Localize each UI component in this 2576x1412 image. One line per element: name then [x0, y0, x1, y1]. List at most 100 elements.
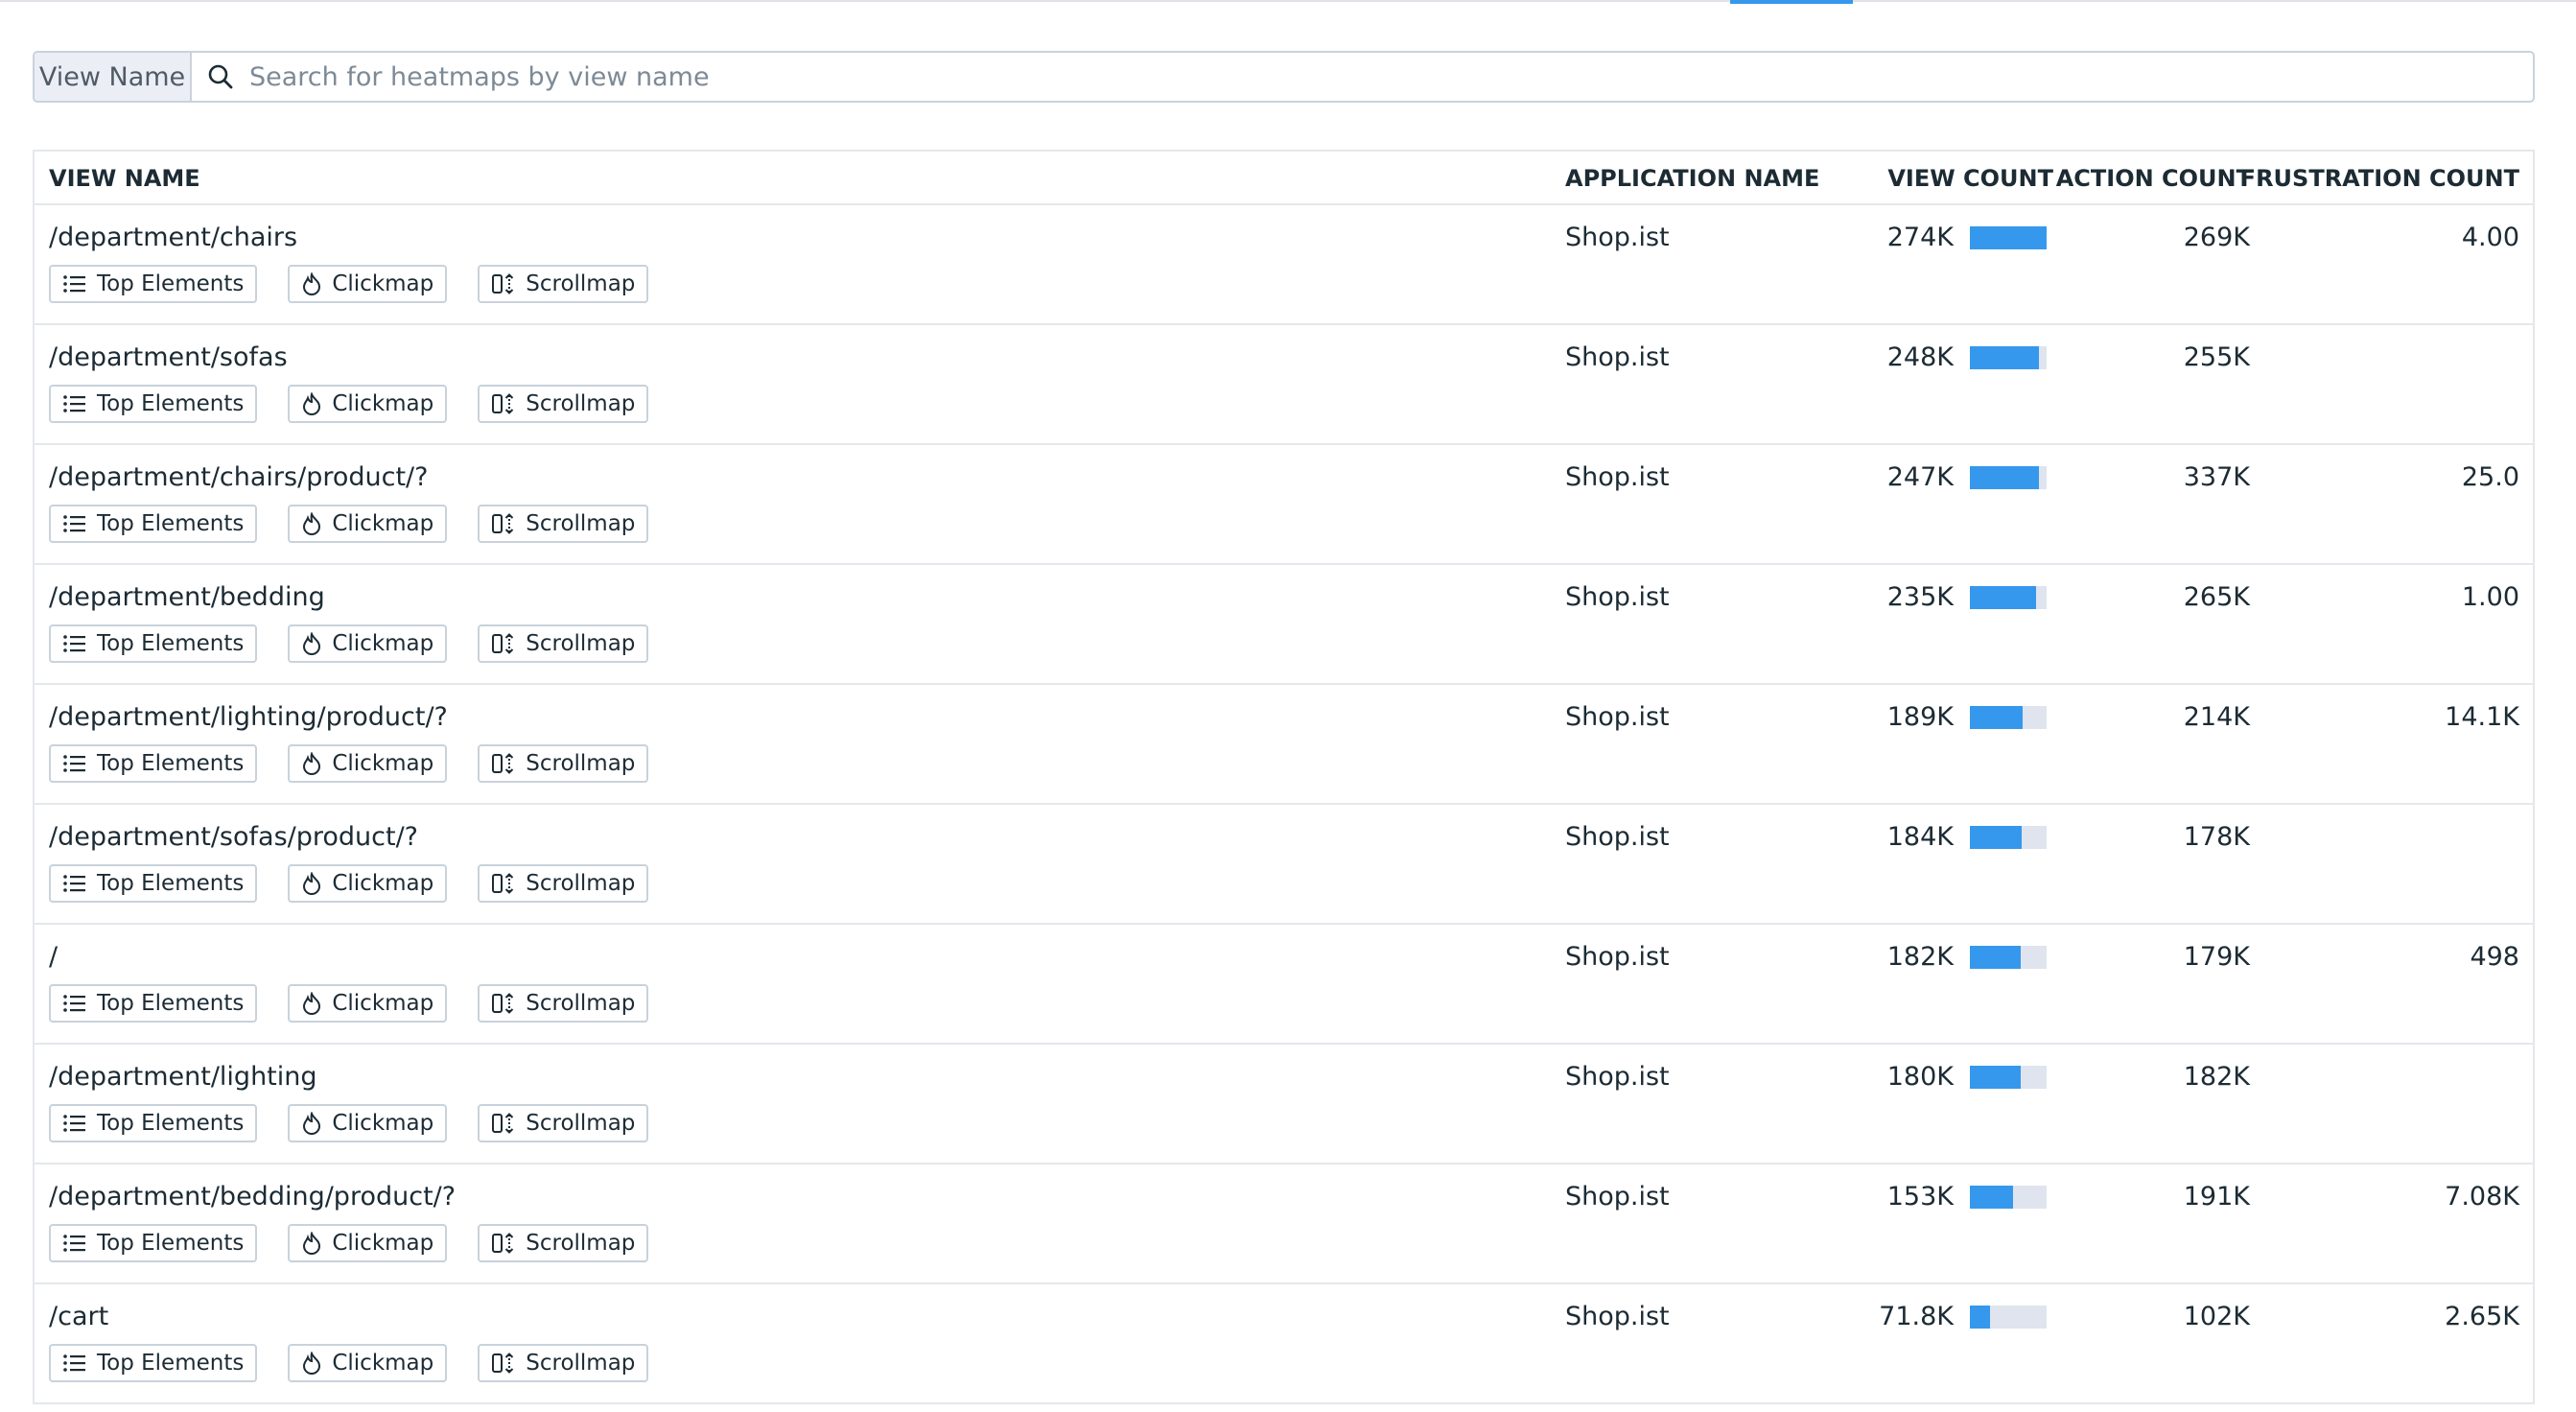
- scrollmap-button[interactable]: Scrollmap: [478, 864, 649, 903]
- table-row[interactable]: /department/sofas Top Elements Clickmap …: [35, 325, 2533, 445]
- top-divider: [0, 0, 2576, 2]
- flame-icon: [301, 752, 322, 775]
- row-actions: Top Elements Clickmap Scrollmap: [49, 1344, 649, 1382]
- clickmap-label: Clickmap: [332, 1351, 434, 1376]
- row-actions: Top Elements Clickmap Scrollmap: [49, 505, 649, 543]
- scroll-icon: [491, 992, 516, 1015]
- view-name-cell[interactable]: /department/sofas/product/?: [49, 822, 418, 852]
- table-row[interactable]: /cart Top Elements Clickmap Scrollmap Sh…: [35, 1284, 2533, 1404]
- top-elements-button[interactable]: Top Elements: [49, 505, 258, 543]
- view-name-cell[interactable]: /department/bedding/product/?: [49, 1182, 456, 1212]
- top-elements-button[interactable]: Top Elements: [49, 385, 258, 423]
- scrollmap-label: Scrollmap: [526, 1111, 636, 1136]
- view-count-bar: [1970, 586, 2047, 609]
- view-name-cell[interactable]: /: [49, 942, 58, 972]
- top-elements-button[interactable]: Top Elements: [49, 624, 258, 663]
- clickmap-button[interactable]: Clickmap: [288, 385, 448, 423]
- clickmap-button[interactable]: Clickmap: [288, 505, 448, 543]
- view-count-bar-fill: [1970, 586, 2036, 609]
- top-elements-button[interactable]: Top Elements: [49, 265, 258, 303]
- scroll-icon: [491, 1352, 516, 1375]
- view-name-cell[interactable]: /department/sofas: [49, 342, 288, 372]
- scroll-icon: [491, 632, 516, 655]
- view-count-bar: [1970, 946, 2047, 969]
- application-name-cell: Shop.ist: [1565, 462, 1670, 492]
- scrollmap-label: Scrollmap: [526, 1351, 636, 1376]
- frustration-count-cell: 14.1K: [2445, 702, 2519, 732]
- list-icon: [62, 873, 87, 894]
- column-header-view-name[interactable]: VIEW NAME: [49, 152, 200, 205]
- scrollmap-button[interactable]: Scrollmap: [478, 1344, 649, 1382]
- clickmap-button[interactable]: Clickmap: [288, 984, 448, 1023]
- table-row[interactable]: /department/bedding/product/? Top Elemen…: [35, 1165, 2533, 1284]
- top-elements-button[interactable]: Top Elements: [49, 1224, 258, 1262]
- view-name-cell[interactable]: /department/lighting: [49, 1062, 317, 1092]
- clickmap-button[interactable]: Clickmap: [288, 1224, 448, 1262]
- scrollmap-button[interactable]: Scrollmap: [478, 624, 649, 663]
- view-count-bar: [1970, 466, 2047, 489]
- scrollmap-button[interactable]: Scrollmap: [478, 1104, 649, 1142]
- column-header-frustration-count[interactable]: FRUSTRATION COUNT: [2240, 152, 2519, 205]
- flame-icon: [301, 1352, 322, 1375]
- top-elements-label: Top Elements: [97, 511, 245, 536]
- view-count-cell: 180K: [1886, 1062, 1954, 1092]
- view-count-cell: 247K: [1886, 462, 1954, 492]
- top-elements-button[interactable]: Top Elements: [49, 1344, 258, 1382]
- table-row[interactable]: / Top Elements Clickmap Scrollmap Shop.i…: [35, 925, 2533, 1045]
- view-name-cell[interactable]: /department/chairs: [49, 223, 297, 252]
- scrollmap-button[interactable]: Scrollmap: [478, 1224, 649, 1262]
- scrollmap-button[interactable]: Scrollmap: [478, 265, 649, 303]
- search-field[interactable]: [192, 53, 2533, 101]
- top-elements-label: Top Elements: [97, 1351, 245, 1376]
- view-name-cell[interactable]: /cart: [49, 1302, 108, 1331]
- view-count-bar-fill: [1970, 946, 2022, 969]
- column-header-action-count[interactable]: ACTION COUNT: [2056, 152, 2252, 205]
- scrollmap-button[interactable]: Scrollmap: [478, 505, 649, 543]
- clickmap-button[interactable]: Clickmap: [288, 744, 448, 783]
- list-icon: [62, 1233, 87, 1254]
- top-elements-button[interactable]: Top Elements: [49, 864, 258, 903]
- scrollmap-button[interactable]: Scrollmap: [478, 984, 649, 1023]
- column-header-view-count[interactable]: VIEW COUNT: [1887, 152, 2053, 205]
- clickmap-button[interactable]: Clickmap: [288, 624, 448, 663]
- clickmap-label: Clickmap: [332, 631, 434, 656]
- flame-icon: [301, 392, 322, 415]
- application-name-cell: Shop.ist: [1565, 702, 1670, 732]
- action-count-cell: 269K: [2183, 223, 2250, 252]
- application-name-cell: Shop.ist: [1565, 1062, 1670, 1092]
- view-name-cell[interactable]: /department/bedding: [49, 582, 325, 612]
- clickmap-button[interactable]: Clickmap: [288, 1104, 448, 1142]
- clickmap-label: Clickmap: [332, 991, 434, 1016]
- scrollmap-label: Scrollmap: [526, 991, 636, 1016]
- clickmap-button[interactable]: Clickmap: [288, 1344, 448, 1382]
- flame-icon: [301, 1112, 322, 1135]
- view-count-cell: 235K: [1886, 582, 1954, 612]
- view-count-bar: [1970, 1306, 2047, 1329]
- heatmaps-table: VIEW NAME APPLICATION NAME VIEW COUNT AC…: [33, 150, 2535, 1404]
- scrollmap-button[interactable]: Scrollmap: [478, 385, 649, 423]
- table-row[interactable]: /department/lighting/product/? Top Eleme…: [35, 685, 2533, 805]
- table-row[interactable]: /department/chairs Top Elements Clickmap…: [35, 205, 2533, 325]
- list-icon: [62, 1353, 87, 1374]
- top-elements-button[interactable]: Top Elements: [49, 744, 258, 783]
- clickmap-button[interactable]: Clickmap: [288, 864, 448, 903]
- scrollmap-button[interactable]: Scrollmap: [478, 744, 649, 783]
- view-name-cell[interactable]: /department/chairs/product/?: [49, 462, 428, 492]
- table-row[interactable]: /department/lighting Top Elements Clickm…: [35, 1045, 2533, 1165]
- flame-icon: [301, 1232, 322, 1255]
- top-elements-button[interactable]: Top Elements: [49, 1104, 258, 1142]
- search-input[interactable]: [249, 53, 2533, 101]
- table-row[interactable]: /department/chairs/product/? Top Element…: [35, 445, 2533, 565]
- clickmap-button[interactable]: Clickmap: [288, 265, 448, 303]
- view-name-cell[interactable]: /department/lighting/product/?: [49, 702, 448, 732]
- clickmap-label: Clickmap: [332, 871, 434, 896]
- table-row[interactable]: /department/sofas/product/? Top Elements: [35, 805, 2533, 925]
- table-row[interactable]: /department/bedding Top Elements Clickma…: [35, 565, 2533, 685]
- frustration-count-cell: 4.00: [2461, 223, 2519, 252]
- view-count-bar: [1970, 226, 2047, 249]
- list-icon: [62, 633, 87, 654]
- column-header-application-name[interactable]: APPLICATION NAME: [1565, 152, 1819, 205]
- top-elements-button[interactable]: Top Elements: [49, 984, 258, 1023]
- view-count-bar-fill: [1970, 706, 2024, 729]
- view-count-bar-fill: [1970, 226, 2047, 249]
